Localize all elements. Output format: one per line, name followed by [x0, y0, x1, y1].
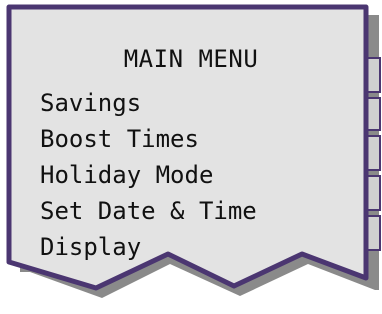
menu-item-holiday-mode[interactable]: Holiday Mode: [40, 157, 257, 193]
menu-item-display[interactable]: Display: [40, 229, 257, 265]
menu-list: Savings Boost Times Holiday Mode Set Dat…: [40, 85, 257, 265]
menu-title: MAIN MENU: [123, 45, 259, 73]
menu-item-boost-times[interactable]: Boost Times: [40, 121, 257, 157]
menu-item-savings[interactable]: Savings: [40, 85, 257, 121]
menu-item-set-date-time[interactable]: Set Date & Time: [40, 193, 257, 229]
